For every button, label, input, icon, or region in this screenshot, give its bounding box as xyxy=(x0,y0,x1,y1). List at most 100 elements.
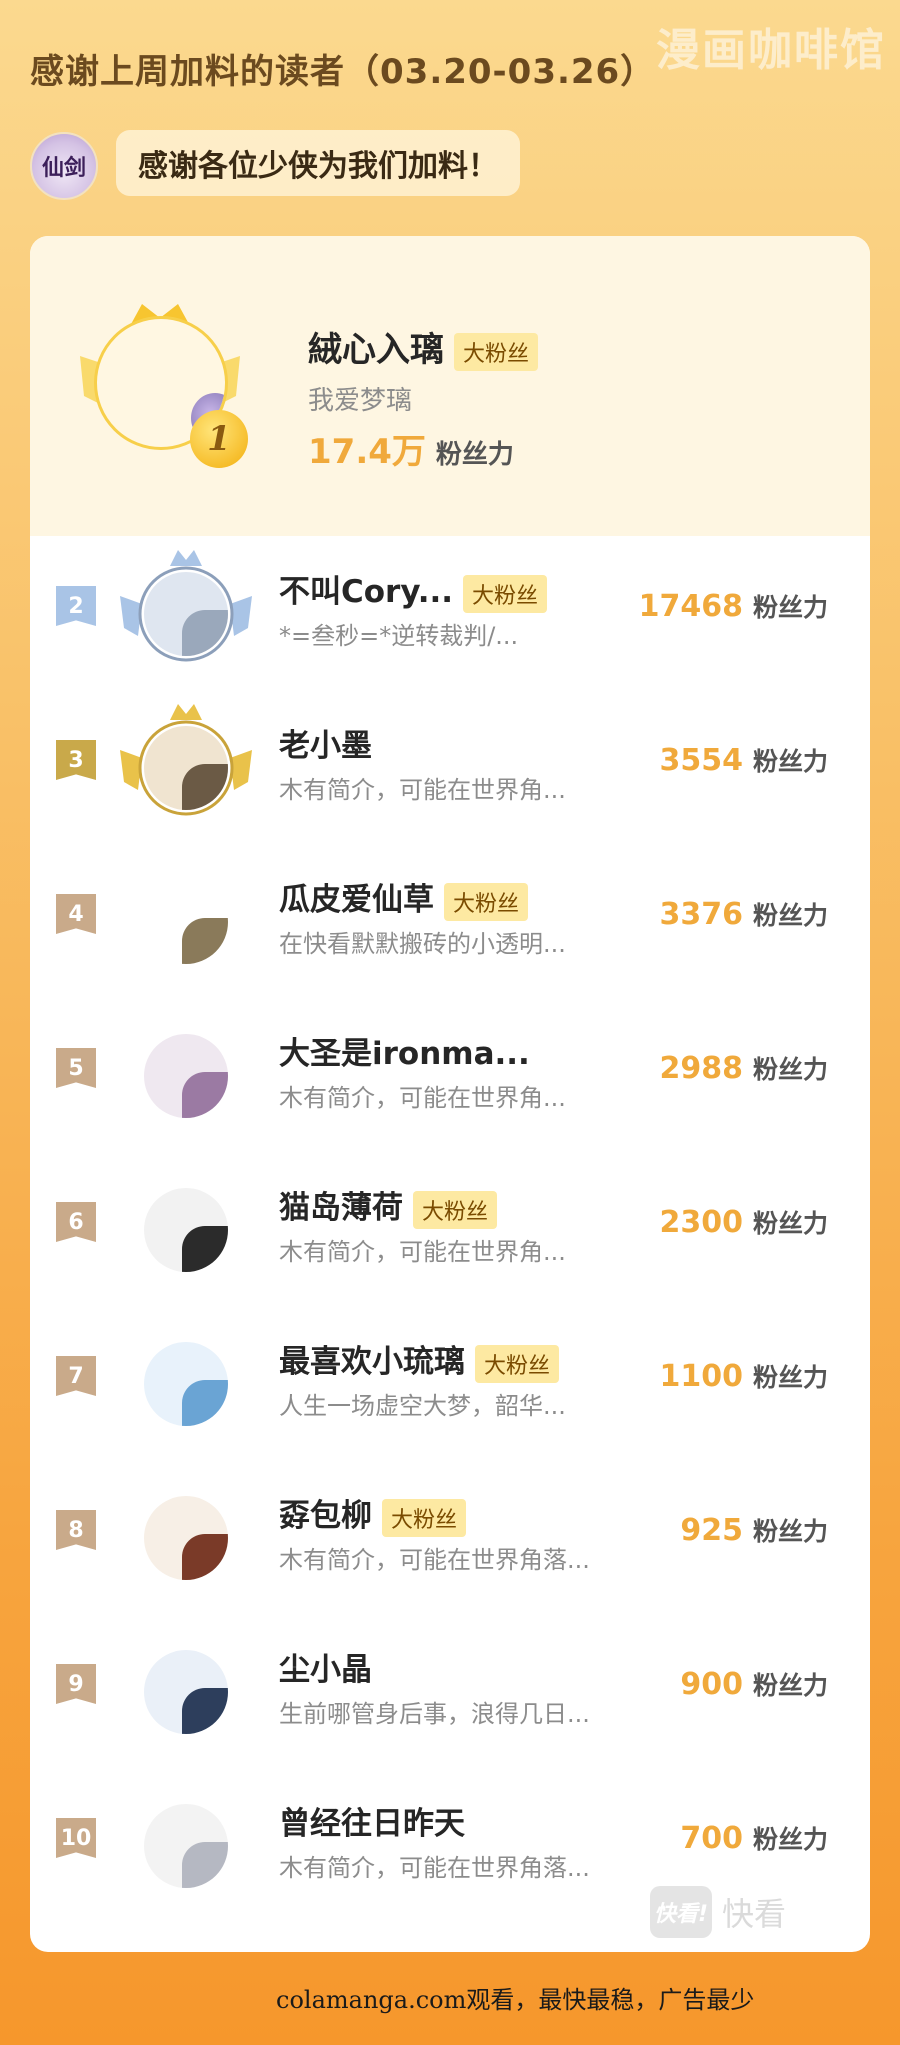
fan-score: 17468 粉丝力 xyxy=(639,588,828,624)
fan-bio: 木有简介，可能在世界角落... xyxy=(279,1546,590,1574)
avatar[interactable] xyxy=(144,1342,228,1426)
rank-badge: 9 xyxy=(56,1664,96,1704)
fan-name: 尘小晶 xyxy=(279,1652,372,1688)
avatar[interactable] xyxy=(144,880,228,964)
ranking-row[interactable]: 4 瓜皮爱仙草 大粉丝在快看默默搬砖的小透明... 3376 粉丝力 xyxy=(30,844,870,998)
fan-bio: 人生一场虚空大梦，韶华... xyxy=(279,1392,566,1420)
avatar-wrap xyxy=(116,852,256,992)
fan-score: 700 粉丝力 xyxy=(680,1820,828,1856)
avatar-art xyxy=(182,1688,228,1734)
score-unit: 粉丝力 xyxy=(752,1671,828,1700)
fan-score: 3376 粉丝力 xyxy=(659,896,828,932)
score-unit: 粉丝力 xyxy=(752,1825,828,1854)
fan-score: 1100 粉丝力 xyxy=(659,1358,828,1394)
ranking-row[interactable]: 5 大圣是ironma... 木有简介，可能在世界角... 2988 粉丝力 xyxy=(30,998,870,1152)
xianjian-logo: 仙剑 xyxy=(30,132,98,200)
big-fan-badge: 大粉丝 xyxy=(382,1498,467,1537)
score-unit: 粉丝力 xyxy=(752,1055,828,1084)
thanks-message: 感谢各位少侠为我们加料！ xyxy=(116,130,520,196)
rank-badge: 7 xyxy=(56,1356,96,1396)
rank-badge: 4 xyxy=(56,894,96,934)
fan-name-line[interactable]: 曾经往日昨天 xyxy=(279,1798,465,1843)
ranking-row[interactable]: 7 最喜欢小琉璃 大粉丝人生一场虚空大梦，韶华... 1100 粉丝力 xyxy=(30,1306,870,1460)
fan-score: 3554 粉丝力 xyxy=(659,742,828,778)
big-fan-badge: 大粉丝 xyxy=(463,574,548,613)
fan-score: 925 粉丝力 xyxy=(680,1512,828,1548)
avatar-art xyxy=(182,1842,228,1888)
avatar-art xyxy=(182,1226,228,1272)
fan-bio: 木有简介，可能在世界角... xyxy=(279,1238,566,1266)
score-value: 2988 xyxy=(659,1051,743,1086)
top-fan-section[interactable]: 1 絨心入璃 大粉丝 我爱梦璃 17.4万 粉丝力 xyxy=(30,236,870,536)
fan-name: 猫岛薄荷 xyxy=(279,1190,403,1226)
crown-shape xyxy=(170,550,202,566)
fan-name: 不叫Cory... xyxy=(279,574,454,610)
score-unit: 粉丝力 xyxy=(752,747,828,776)
kuaikan-watermark: 快看! 快看 xyxy=(650,1886,786,1938)
fan-name-line[interactable]: 不叫Cory... 大粉丝 xyxy=(279,566,548,613)
fan-bio: 生前哪管身后事，浪得几日... xyxy=(279,1700,590,1728)
avatar-art xyxy=(182,1534,228,1580)
fan-score: 2300 粉丝力 xyxy=(659,1204,828,1240)
avatar-art xyxy=(182,610,228,656)
top-fan-name[interactable]: 絨心入璃 大粉丝 xyxy=(308,322,539,371)
top-fan-score: 17.4万 粉丝力 xyxy=(308,424,514,473)
fan-name-line[interactable]: 老小墨 xyxy=(279,720,372,765)
avatar-art xyxy=(182,918,228,964)
kuaikan-text: 快看 xyxy=(722,1895,787,1933)
ranking-row[interactable]: 9 尘小晶生前哪管身后事，浪得几日... 900 粉丝力 xyxy=(30,1614,870,1768)
fan-name: 孬包柳 xyxy=(279,1498,372,1534)
score-value: 2300 xyxy=(659,1205,743,1240)
avatar-wrap xyxy=(116,1776,256,1916)
avatar[interactable] xyxy=(144,726,228,810)
fan-name-line[interactable]: 猫岛薄荷 大粉丝 xyxy=(279,1182,498,1229)
fan-name-line[interactable]: 尘小晶 xyxy=(279,1644,372,1689)
score-unit: 粉丝力 xyxy=(752,1209,828,1238)
fan-name-line[interactable]: 最喜欢小琉璃 大粉丝 xyxy=(279,1336,560,1383)
avatar-art xyxy=(182,1380,228,1426)
score-value: 3376 xyxy=(659,897,743,932)
big-fan-badge: 大粉丝 xyxy=(413,1190,498,1229)
fan-name: 絨心入璃 xyxy=(308,330,444,370)
avatar-wrap xyxy=(116,1314,256,1454)
rank-badge: 8 xyxy=(56,1510,96,1550)
avatar[interactable] xyxy=(144,1034,228,1118)
score-unit: 粉丝力 xyxy=(752,1363,828,1392)
rank-badge: 3 xyxy=(56,740,96,780)
rank-badge: 2 xyxy=(56,586,96,626)
fan-name: 瓜皮爱仙草 xyxy=(279,882,434,918)
avatar-wrap xyxy=(116,1622,256,1762)
score-value: 17468 xyxy=(638,589,743,624)
rank-badge: 5 xyxy=(56,1048,96,1088)
avatar[interactable] xyxy=(144,572,228,656)
fan-bio: *=叁秒=*逆转裁判/... xyxy=(279,622,519,650)
ranking-row[interactable]: 8 孬包柳 大粉丝木有简介，可能在世界角落... 925 粉丝力 xyxy=(30,1460,870,1614)
fan-name-line[interactable]: 大圣是ironma... xyxy=(279,1028,530,1073)
avatar[interactable] xyxy=(144,1804,228,1888)
score-value: 17.4万 xyxy=(308,432,426,472)
fan-bio: 木有简介，可能在世界角... xyxy=(279,1084,566,1112)
avatar[interactable] xyxy=(144,1188,228,1272)
fan-bio: 在快看默默搬砖的小透明... xyxy=(279,930,566,958)
score-value: 3554 xyxy=(659,743,743,778)
fan-name-line[interactable]: 瓜皮爱仙草 大粉丝 xyxy=(279,874,529,921)
fan-score: 900 粉丝力 xyxy=(680,1666,828,1702)
rank-badge: 10 xyxy=(56,1818,96,1858)
fan-name-line[interactable]: 孬包柳 大粉丝 xyxy=(279,1490,467,1537)
fan-name: 大圣是ironma... xyxy=(279,1036,530,1072)
avatar-wrap xyxy=(116,544,256,684)
avatar-wrap xyxy=(116,1468,256,1608)
avatar[interactable] xyxy=(144,1496,228,1580)
big-fan-badge: 大粉丝 xyxy=(444,882,529,921)
kuaikan-logo-icon: 快看! xyxy=(650,1886,712,1938)
score-unit: 粉丝力 xyxy=(752,901,828,930)
ranking-row[interactable]: 3 老小墨 木有简介，可能在世界角... 3554 粉丝力 xyxy=(30,690,870,844)
avatar[interactable] xyxy=(144,1650,228,1734)
fan-name: 最喜欢小琉璃 xyxy=(279,1344,465,1380)
avatar-art xyxy=(182,1072,228,1118)
avatar-wrap xyxy=(116,698,256,838)
score-unit: 粉丝力 xyxy=(435,440,514,470)
ranking-row[interactable]: 6 猫岛薄荷 大粉丝 木有简介，可能在世界角... 2300 粉丝力 xyxy=(30,1152,870,1306)
score-value: 925 xyxy=(680,1513,743,1548)
ranking-row[interactable]: 2 不叫Cory... 大粉丝 *=叁秒=*逆转裁判/... 17468 粉丝力 xyxy=(30,536,870,690)
